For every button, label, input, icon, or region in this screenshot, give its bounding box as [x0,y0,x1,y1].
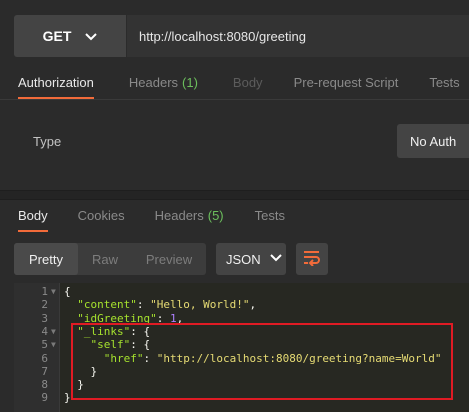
code-token: { [64,285,71,298]
wrap-lines-button[interactable] [296,243,328,275]
chevron-down-icon [269,253,282,265]
line-number: 8 [41,378,48,392]
line-number: 6 [41,351,48,365]
code-token: : [136,298,151,312]
format-select[interactable]: JSON [216,243,286,275]
method-label: GET [42,28,72,44]
tab-headers[interactable]: Headers (1) [129,66,198,99]
pane-splitter[interactable] [0,190,469,200]
headers-count-badge: (1) [182,75,198,90]
auth-type-value: No Auth [410,133,457,149]
tab-tests[interactable]: Tests [429,66,459,99]
code-text: { [64,285,71,298]
code-token: "content" [77,298,137,312]
tab-label: Tests [254,208,285,223]
auth-panel: Type No Auth [0,100,469,190]
line-number: 4 [41,324,48,338]
chevron-down-icon [85,28,98,44]
request-tabs: Authorization Headers (1) Body Pre-reque… [0,66,469,99]
line-number: 7 [41,364,48,378]
response-toolbar: Pretty Raw Preview JSON [0,231,469,283]
tab-response-tests[interactable]: Tests [255,199,285,232]
tab-cookies[interactable]: Cookies [78,199,125,232]
tab-response-headers[interactable]: Headers (5) [155,199,224,232]
code-token: , [249,298,257,312]
wrap-lines-icon [303,250,321,269]
code-token: "Hello, World!" [150,298,250,312]
tab-label: Headers [128,75,179,90]
view-mode-label: Raw [91,251,118,267]
tab-label: Pre-request Script [293,75,399,90]
highlight-annotation-box [71,323,453,400]
pretty-button[interactable]: Pretty [14,243,78,275]
tab-pre-request-script[interactable]: Pre-request Script [294,66,399,99]
preview-button[interactable]: Preview [132,243,206,275]
code-text: } [64,391,71,404]
line-number: 5 [41,338,48,352]
tab-authorization[interactable]: Authorization [18,66,94,99]
line-number: 3 [41,311,48,325]
code-line: 2 "content": "Hello, World!", [14,298,469,311]
view-mode-label: Preview [145,251,193,267]
method-select[interactable]: GET [14,15,126,57]
fold-arrow-icon[interactable]: ▼ [51,325,56,338]
tab-label: Body [18,208,48,223]
tab-label: Tests [429,75,460,90]
line-number: 9 [41,391,48,405]
auth-type-label: Type [33,134,62,149]
tab-label: Cookies [77,208,125,223]
tab-body[interactable]: Body [233,66,263,99]
tab-label: Authorization [18,75,94,90]
response-tabs: Body Cookies Headers (5) Tests [0,199,469,232]
auth-type-select[interactable]: No Auth [397,124,469,158]
postman-window: GET Authorization Headers (1) Body Pre-r… [0,0,469,412]
url-input[interactable] [127,15,469,57]
view-mode-group: Pretty Raw Preview [14,243,206,275]
line-number: 1 [41,285,48,298]
headers-count-badge: (5) [207,208,224,223]
line-number: 2 [41,298,48,312]
code-token: } [64,391,71,405]
raw-button[interactable]: Raw [78,243,132,275]
fold-arrow-icon[interactable]: ▼ [51,285,56,298]
code-text: "content": "Hello, World!", [64,298,256,311]
tab-label: Body [232,75,263,90]
request-bar: GET [0,0,469,66]
format-value: JSON [226,251,261,267]
tab-response-body[interactable]: Body [18,199,48,232]
fold-arrow-icon[interactable]: ▼ [51,338,56,351]
view-mode-label: Pretty [29,251,63,267]
code-line: 1 ▼ { [14,285,469,298]
tab-label: Headers [154,208,204,223]
